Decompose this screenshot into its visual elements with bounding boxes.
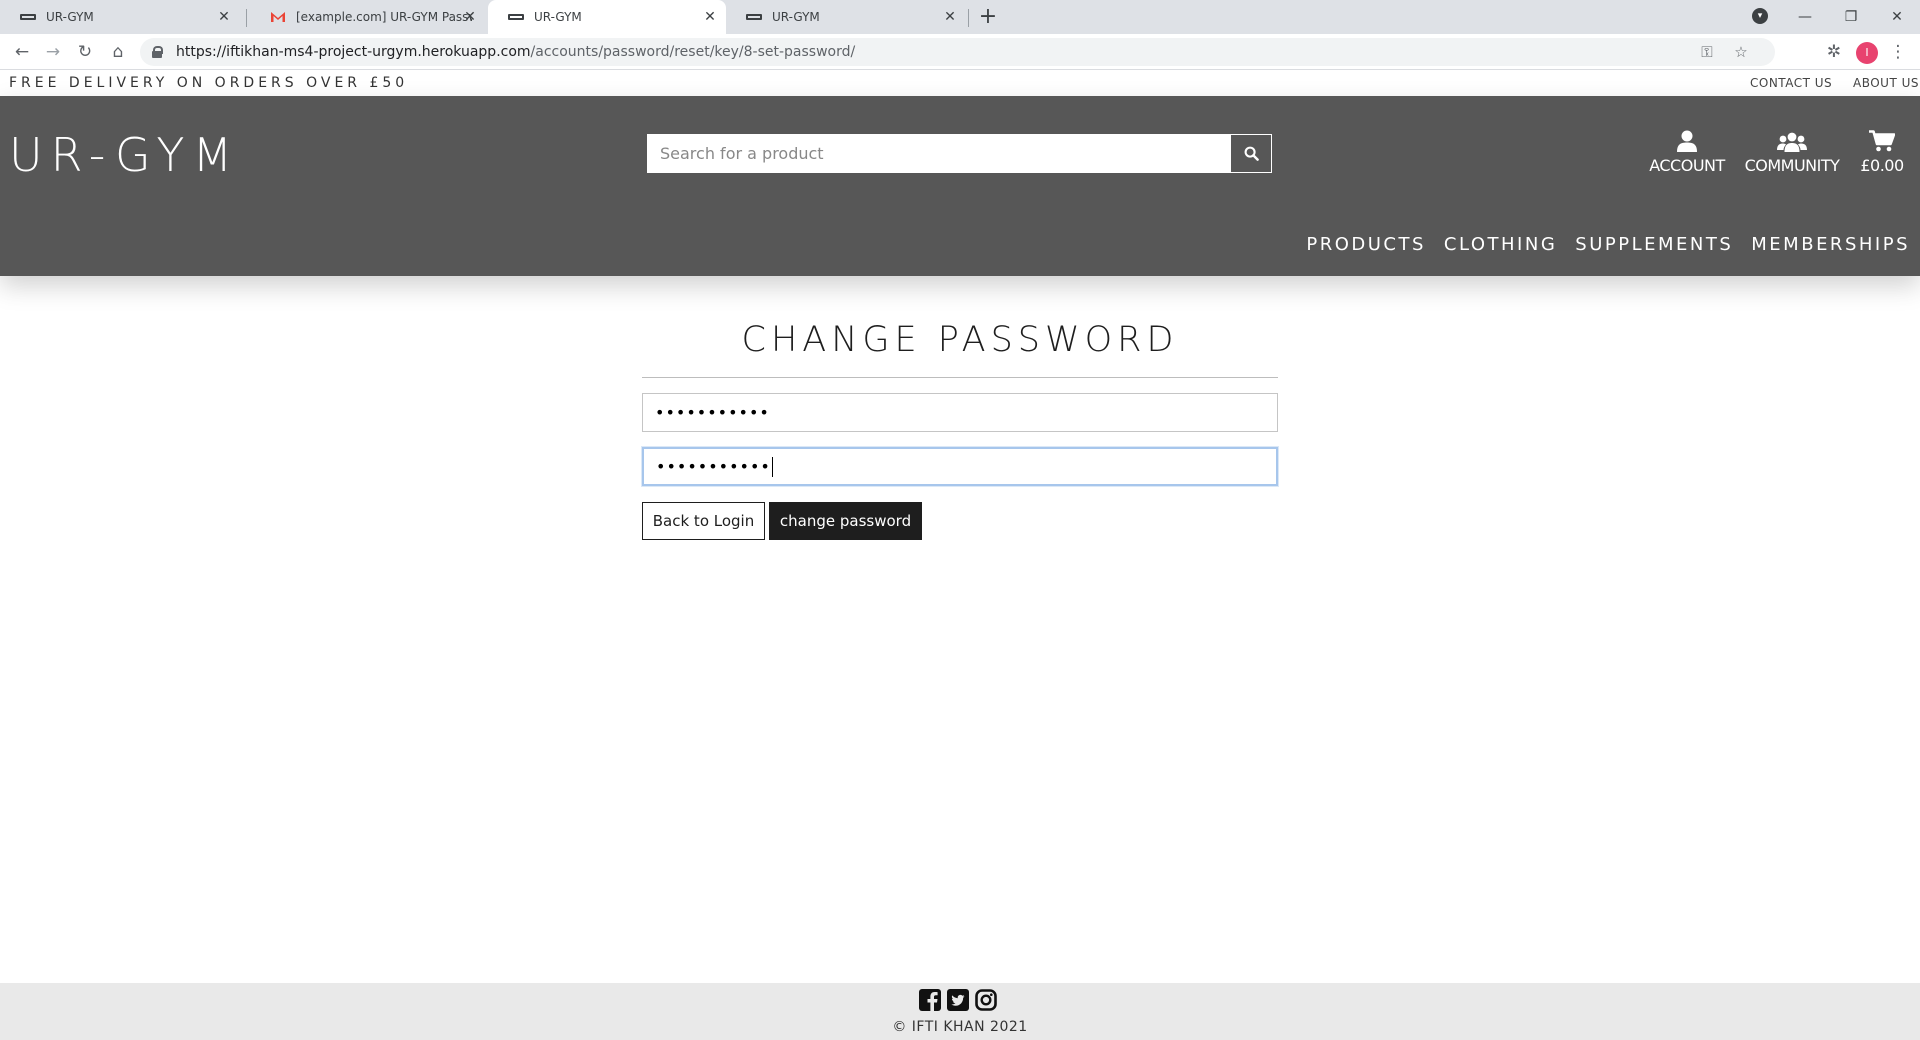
page-title: CHANGE PASSWORD	[741, 320, 1179, 360]
tab-title: [example.com] UR-GYM Password Reset	[296, 10, 472, 24]
url-path: /accounts/password/reset/key/8-set-passw…	[530, 44, 856, 60]
back-to-login-button[interactable]: Back to Login	[642, 502, 765, 540]
community-label: COMMUNITY	[1744, 156, 1840, 175]
tab-separator	[246, 9, 247, 27]
browser-tab-strip: UR-GYM ✕ [example.com] UR-GYM Password R…	[0, 0, 1920, 34]
search-input[interactable]	[647, 134, 1230, 173]
forward-arrow-icon[interactable]: →	[41, 40, 65, 64]
user-icon	[1677, 130, 1697, 152]
home-icon[interactable]: ⌂	[106, 40, 130, 64]
address-bar[interactable]: https://iftikhan-ms4-project-urgym.herok…	[140, 38, 1775, 66]
account-link[interactable]: ACCOUNT	[1646, 126, 1728, 175]
contact-us-link[interactable]: CONTACT US	[1750, 76, 1832, 90]
change-password-button[interactable]: change password	[769, 502, 922, 540]
browser-tab-1[interactable]: UR-GYM ✕	[0, 0, 240, 34]
browser-tab-2[interactable]: [example.com] UR-GYM Password Reset ✕	[250, 0, 486, 34]
about-us-link[interactable]: ABOUT US	[1853, 76, 1919, 90]
copyright-text: © IFTI KHAN 2021	[892, 1019, 1028, 1035]
social-links	[919, 989, 997, 1011]
nav-clothing[interactable]: CLOTHING	[1444, 234, 1557, 255]
minimize-icon[interactable]: —	[1782, 0, 1828, 34]
users-icon	[1777, 132, 1807, 152]
text-caret	[771, 456, 773, 477]
new-password-input[interactable]: •••••••••••	[642, 393, 1278, 432]
profile-avatar[interactable]: I	[1856, 42, 1878, 64]
tab-separator	[968, 9, 969, 27]
new-tab-plus-icon[interactable]: +	[975, 4, 1001, 30]
password-mask: •••••••••••	[655, 403, 770, 422]
url-host: https://iftikhan-ms4-project-urgym.herok…	[176, 44, 531, 60]
confirm-password-input[interactable]: •••••••••••	[642, 447, 1278, 486]
instagram-icon[interactable]	[975, 989, 997, 1011]
title-divider	[642, 377, 1278, 378]
lock-icon	[152, 46, 163, 58]
facebook-icon[interactable]	[919, 989, 941, 1011]
tab-search-chevron-icon[interactable]: ▾	[1752, 8, 1768, 24]
close-tab-icon[interactable]: ✕	[702, 9, 718, 25]
account-label: ACCOUNT	[1649, 156, 1725, 175]
free-delivery-text: FREE DELIVERY ON ORDERS OVER £50	[9, 75, 409, 91]
extensions-puzzle-icon[interactable]: ✲	[1822, 40, 1846, 64]
site-header: UR-GYM ACCOUNT COMMUNITY £0.00 PRODUCTS …	[0, 96, 1920, 276]
browser-toolbar: ← → ↻ ⌂ https://iftikhan-ms4-project-urg…	[0, 34, 1920, 70]
community-link[interactable]: COMMUNITY	[1742, 126, 1842, 175]
tab-title: UR-GYM	[772, 10, 820, 24]
bookmark-star-icon[interactable]: ☆	[1731, 42, 1751, 62]
tab-title: UR-GYM	[534, 10, 582, 24]
site-favicon-icon	[20, 9, 36, 25]
nav-memberships[interactable]: MEMBERSHIPS	[1751, 234, 1910, 255]
search-form	[647, 134, 1272, 173]
menu-kebab-icon[interactable]: ⋮	[1886, 40, 1910, 64]
key-icon[interactable]: ⚿	[1697, 42, 1717, 62]
main-navigation: PRODUCTS CLOTHING SUPPLEMENTS MEMBERSHIP…	[1306, 234, 1910, 255]
reload-icon[interactable]: ↻	[73, 40, 97, 64]
gmail-icon	[270, 9, 286, 25]
tab-title: UR-GYM	[46, 10, 94, 24]
twitter-icon[interactable]	[947, 989, 969, 1011]
cart-total: £0.00	[1860, 156, 1904, 175]
close-tab-icon[interactable]: ✕	[942, 9, 958, 25]
site-footer: © IFTI KHAN 2021	[0, 983, 1920, 1040]
restore-icon[interactable]: ❐	[1828, 0, 1874, 34]
password-mask: •••••••••••	[656, 457, 771, 476]
site-favicon-icon	[746, 9, 762, 25]
back-arrow-icon[interactable]: ←	[10, 40, 34, 64]
browser-tab-3-active[interactable]: UR-GYM ✕	[488, 0, 726, 34]
browser-tab-4[interactable]: UR-GYM ✕	[726, 0, 966, 34]
close-tab-icon[interactable]: ✕	[462, 9, 478, 25]
site-logo[interactable]: UR-GYM	[9, 128, 240, 182]
shopping-cart-icon	[1869, 130, 1895, 152]
close-window-icon[interactable]: ✕	[1874, 0, 1920, 34]
site-favicon-icon	[508, 9, 524, 25]
nav-products[interactable]: PRODUCTS	[1306, 234, 1426, 255]
cart-link[interactable]: £0.00	[1852, 126, 1912, 175]
top-banner: FREE DELIVERY ON ORDERS OVER £50 CONTACT…	[0, 70, 1920, 96]
search-icon	[1244, 146, 1259, 161]
nav-supplements[interactable]: SUPPLEMENTS	[1575, 234, 1733, 255]
close-tab-icon[interactable]: ✕	[216, 9, 232, 25]
search-button[interactable]	[1230, 134, 1272, 173]
